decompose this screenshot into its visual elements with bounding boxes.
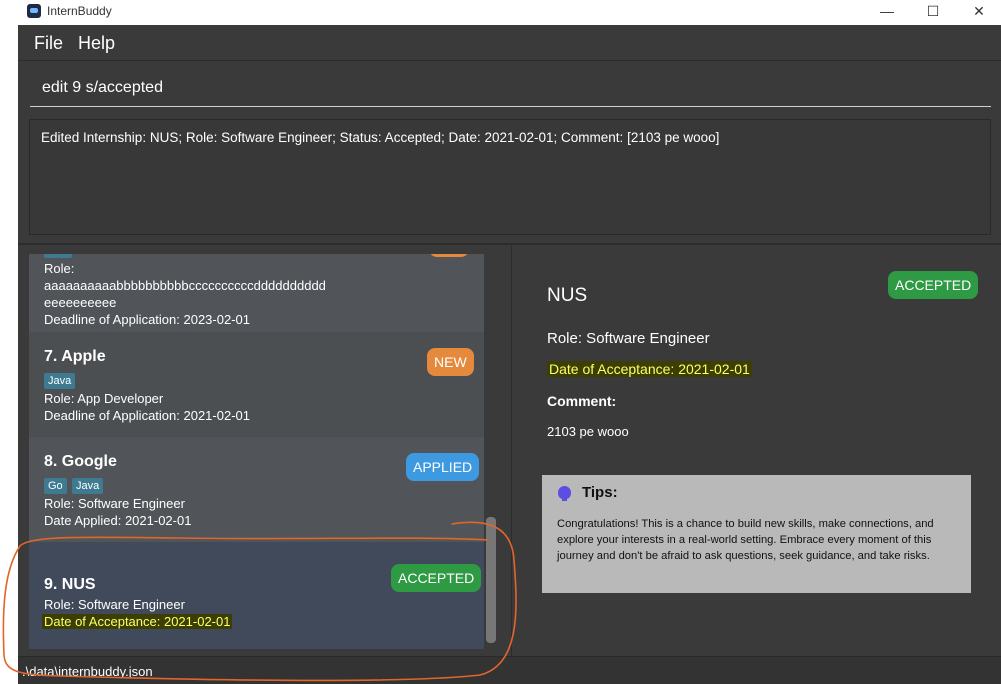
role-text-cont: eeeeeeeeee xyxy=(44,295,117,310)
tips-title: Tips: xyxy=(582,484,618,501)
date-of-acceptance-text: Date of Acceptance: 2021-02-01 xyxy=(42,614,233,629)
role-text: Role: App Developer xyxy=(44,391,164,406)
status-bar: .\data\internbuddy.json xyxy=(18,656,1001,684)
close-icon[interactable]: ✕ xyxy=(956,0,1001,25)
app-body: File Help edit 9 s/accepted Edited Inter… xyxy=(18,25,1001,684)
tag-go: Go xyxy=(44,478,67,494)
command-box[interactable]: edit 9 s/accepted xyxy=(30,69,991,107)
minimize-icon[interactable]: — xyxy=(864,0,910,25)
tag-java: Java xyxy=(72,478,104,494)
internship-list[interactable]: Role: aaaaaaaaaabbbbbbbbbbccccccccccdddd… xyxy=(29,254,484,649)
card-title: 7. Apple xyxy=(44,348,106,365)
app-window: InternBuddy — ☐ ✕ File Help edit 9 s/acc… xyxy=(0,0,1001,684)
role-text: Role: Software Engineer xyxy=(44,597,185,612)
detail-comment-label: Comment: xyxy=(547,393,617,409)
detail-date-of-acceptance: Date of Acceptance: 2021-02-01 xyxy=(547,361,752,377)
detail-comment: 2103 pe wooo xyxy=(547,424,629,439)
command-input[interactable]: edit 9 s/accepted xyxy=(42,79,163,97)
detail-company-name: NUS xyxy=(547,285,588,306)
role-label: Role: xyxy=(44,261,75,276)
menu-bar: File Help xyxy=(18,25,1001,61)
tips-body: Congratulations! This is a chance to bui… xyxy=(557,518,934,562)
tag-java: Java xyxy=(44,373,76,389)
role-text: Role: Software Engineer xyxy=(44,496,185,511)
status-badge: ACCEPTED xyxy=(391,564,482,592)
list-item[interactable]: 8. Google APPLIED Go Java Role: Software… xyxy=(29,437,484,542)
menu-file[interactable]: File xyxy=(34,33,63,54)
status-badge xyxy=(429,254,469,257)
date-applied-text: Date Applied: 2021-02-01 xyxy=(44,513,192,528)
deadline-text: Deadline of Application: 2023-02-01 xyxy=(44,312,250,327)
list-item[interactable]: 7. Apple NEW Java Role: App Developer De… xyxy=(29,332,484,437)
list-item-selected[interactable]: 9. NUS ACCEPTED Role: Software Engineer … xyxy=(29,542,484,649)
tips-box: Tips: Congratulations! This is a chance … xyxy=(542,475,971,593)
tag xyxy=(44,254,72,258)
list-scrollbar[interactable] xyxy=(486,517,496,643)
title-bar: InternBuddy — ☐ ✕ xyxy=(0,0,1001,25)
result-display: Edited Internship: NUS; Role: Software E… xyxy=(29,119,991,235)
internship-detail-panel: NUS ACCEPTED Role: Software Engineer Dat… xyxy=(511,245,1001,656)
detail-role: Role: Software Engineer xyxy=(547,330,710,347)
status-badge: NEW xyxy=(427,348,474,376)
card-title: 8. Google xyxy=(44,453,117,470)
result-text: Edited Internship: NUS; Role: Software E… xyxy=(41,130,720,145)
app-logo-icon xyxy=(27,4,41,18)
card-title: 9. NUS xyxy=(44,576,96,593)
list-item[interactable]: Role: aaaaaaaaaabbbbbbbbbbccccccccccdddd… xyxy=(29,254,484,332)
maximize-icon[interactable]: ☐ xyxy=(910,0,956,25)
role-text: aaaaaaaaaabbbbbbbbbbccccccccccdddddddddd xyxy=(44,278,326,293)
lightbulb-icon xyxy=(558,486,571,501)
status-badge: APPLIED xyxy=(406,453,480,481)
window-title: InternBuddy xyxy=(47,4,112,18)
internship-list-panel: Role: aaaaaaaaaabbbbbbbbbbccccccccccdddd… xyxy=(18,245,509,656)
detail-status-badge: ACCEPTED xyxy=(888,271,979,299)
menu-help[interactable]: Help xyxy=(78,33,115,54)
data-file-path: .\data\internbuddy.json xyxy=(22,664,153,679)
deadline-text: Deadline of Application: 2021-02-01 xyxy=(44,408,250,423)
